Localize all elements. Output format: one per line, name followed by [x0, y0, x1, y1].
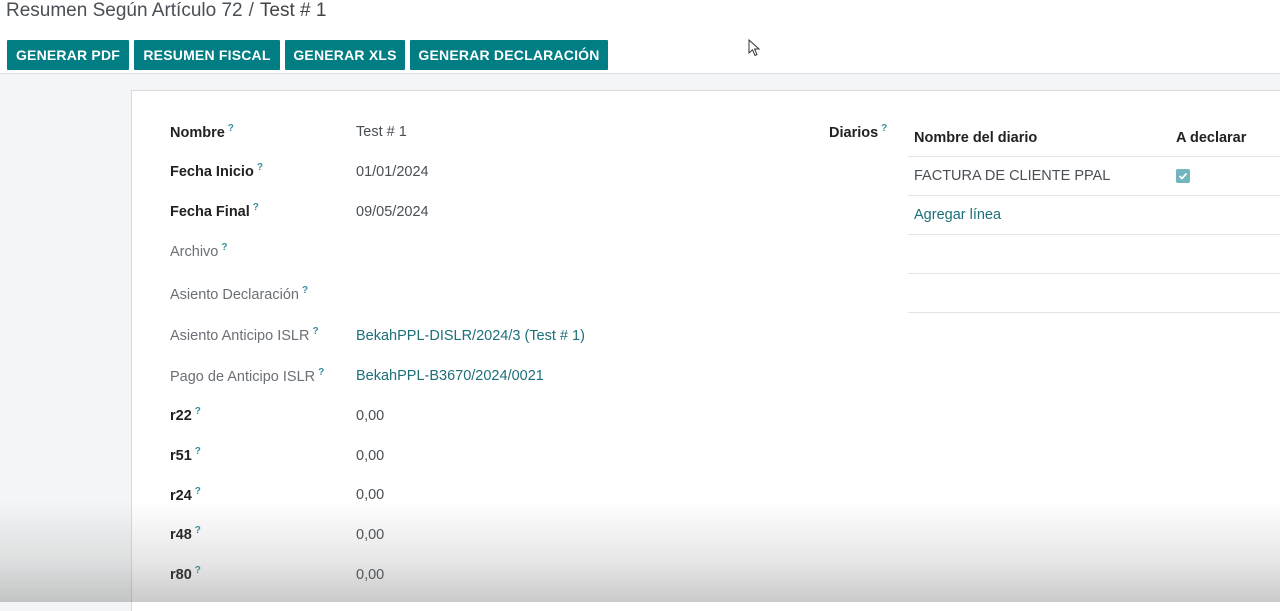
diarios-label: Diarios?: [829, 123, 888, 141]
help-icon[interactable]: ?: [257, 162, 263, 173]
help-icon[interactable]: ?: [318, 367, 324, 378]
generar-pdf-button[interactable]: GENERAR PDF: [7, 40, 129, 70]
field-label-fecha-inicio: Fecha Inicio?: [170, 162, 263, 180]
help-icon[interactable]: ?: [228, 123, 234, 134]
field-label-asiento-anticipo-islr: Asiento Anticipo ISLR?: [170, 326, 319, 344]
fecha-final-field[interactable]: 09/05/2024: [356, 204, 429, 220]
breadcrumb: Resumen Según Artículo 72/Test # 1: [6, 0, 326, 22]
action-bar: GENERAR PDF RESUMEN FISCAL GENERAR XLS G…: [0, 36, 1280, 74]
nombre-field[interactable]: Test # 1: [356, 124, 407, 140]
field-label-fecha-final: Fecha Final?: [170, 202, 259, 220]
field-label-asiento-declaracion: Asiento Declaración?: [170, 285, 309, 303]
asiento-anticipo-islr-link[interactable]: BekahPPL-DISLR/2024/3 (Test # 1): [356, 328, 585, 344]
empty-row: [908, 235, 1280, 274]
field-label-r48: r48?: [170, 525, 201, 543]
fecha-inicio-field[interactable]: 01/01/2024: [356, 164, 429, 180]
add-line-row: Agregar línea: [908, 196, 1280, 235]
empty-row: [908, 274, 1280, 313]
generar-declaracion-button[interactable]: GENERAR DECLARACIÓN: [410, 40, 608, 70]
generar-xls-button[interactable]: GENERAR XLS: [285, 40, 405, 70]
help-icon[interactable]: ?: [881, 123, 887, 134]
r80-field[interactable]: 0,00: [356, 567, 384, 583]
checkmark-icon: [1178, 172, 1188, 180]
column-header-a-declarar[interactable]: A declarar: [1176, 130, 1246, 146]
r48-field[interactable]: 0,00: [356, 527, 384, 543]
field-label-r22: r22?: [170, 406, 201, 424]
field-label-archivo: Archivo?: [170, 242, 228, 260]
help-icon[interactable]: ?: [302, 285, 308, 296]
help-icon[interactable]: ?: [195, 446, 201, 457]
r22-field[interactable]: 0,00: [356, 408, 384, 424]
help-icon[interactable]: ?: [195, 565, 201, 576]
help-icon[interactable]: ?: [312, 326, 318, 337]
help-icon[interactable]: ?: [195, 525, 201, 536]
diario-name-cell[interactable]: FACTURA DE CLIENTE PPAL: [914, 168, 1110, 184]
help-icon[interactable]: ?: [195, 406, 201, 417]
help-icon[interactable]: ?: [195, 486, 201, 497]
table-row[interactable]: FACTURA DE CLIENTE PPAL: [908, 157, 1280, 196]
column-header-nombre-diario[interactable]: Nombre del diario: [914, 130, 1037, 146]
a-declarar-checkbox[interactable]: [1176, 169, 1190, 183]
pago-anticipo-islr-link[interactable]: BekahPPL-B3670/2024/0021: [356, 368, 544, 384]
resumen-fiscal-button[interactable]: RESUMEN FISCAL: [134, 40, 280, 70]
r24-field[interactable]: 0,00: [356, 487, 384, 503]
breadcrumb-current: Test # 1: [259, 0, 327, 21]
help-icon[interactable]: ?: [253, 202, 259, 213]
r51-field[interactable]: 0,00: [356, 448, 384, 464]
breadcrumb-parent[interactable]: Resumen Según Artículo 72: [6, 0, 243, 21]
top-bar: Resumen Según Artículo 72/Test # 1: [0, 0, 1280, 37]
field-label-r51: r51?: [170, 446, 201, 464]
field-label-pago-anticipo-islr: Pago de Anticipo ISLR?: [170, 367, 325, 385]
field-label-r24: r24?: [170, 486, 201, 504]
breadcrumb-separator: /: [248, 0, 254, 21]
diarios-table-header: Nombre del diario A declarar: [908, 118, 1280, 157]
help-icon[interactable]: ?: [221, 242, 227, 253]
field-label-nombre: Nombre?: [170, 123, 234, 141]
add-line-link[interactable]: Agregar línea: [914, 207, 1001, 223]
mouse-pointer-icon: [748, 39, 761, 57]
field-label-r80: r80?: [170, 565, 201, 583]
